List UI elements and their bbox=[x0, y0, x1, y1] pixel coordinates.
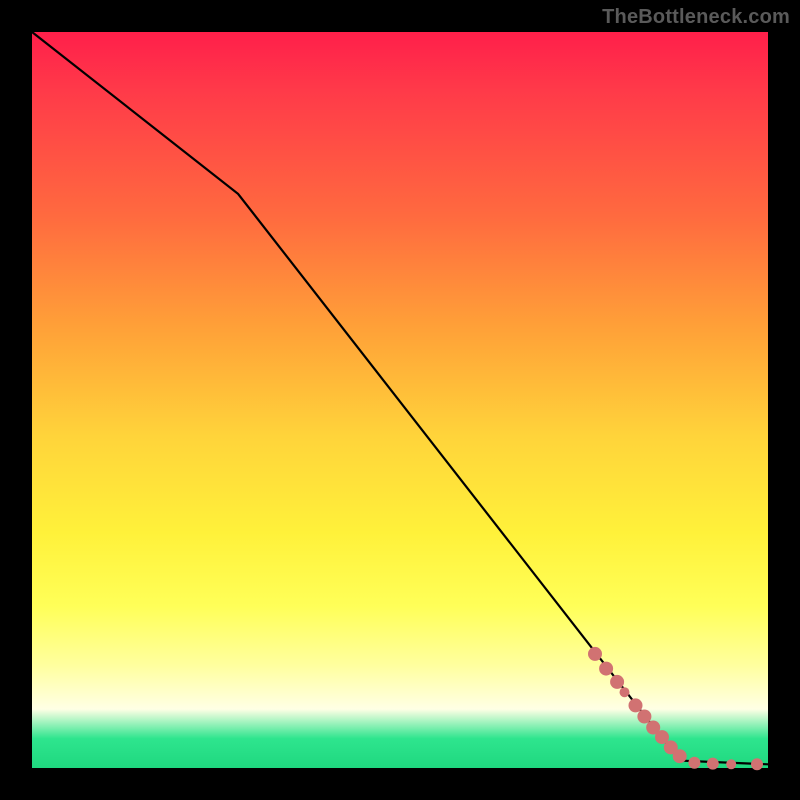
data-marker bbox=[688, 757, 700, 769]
data-marker bbox=[588, 647, 602, 661]
data-marker bbox=[707, 758, 719, 770]
marker-group bbox=[588, 647, 763, 770]
data-marker bbox=[673, 749, 687, 763]
plot-area bbox=[32, 32, 768, 768]
data-marker bbox=[620, 687, 630, 697]
data-marker bbox=[629, 698, 643, 712]
data-marker bbox=[751, 758, 763, 770]
watermark-text: TheBottleneck.com bbox=[602, 6, 790, 29]
data-marker bbox=[726, 759, 736, 769]
data-marker bbox=[610, 675, 624, 689]
data-marker bbox=[637, 710, 651, 724]
chart-frame: TheBottleneck.com bbox=[0, 0, 800, 800]
chart-svg bbox=[32, 32, 768, 768]
data-marker bbox=[599, 662, 613, 676]
trend-line bbox=[32, 32, 768, 764]
